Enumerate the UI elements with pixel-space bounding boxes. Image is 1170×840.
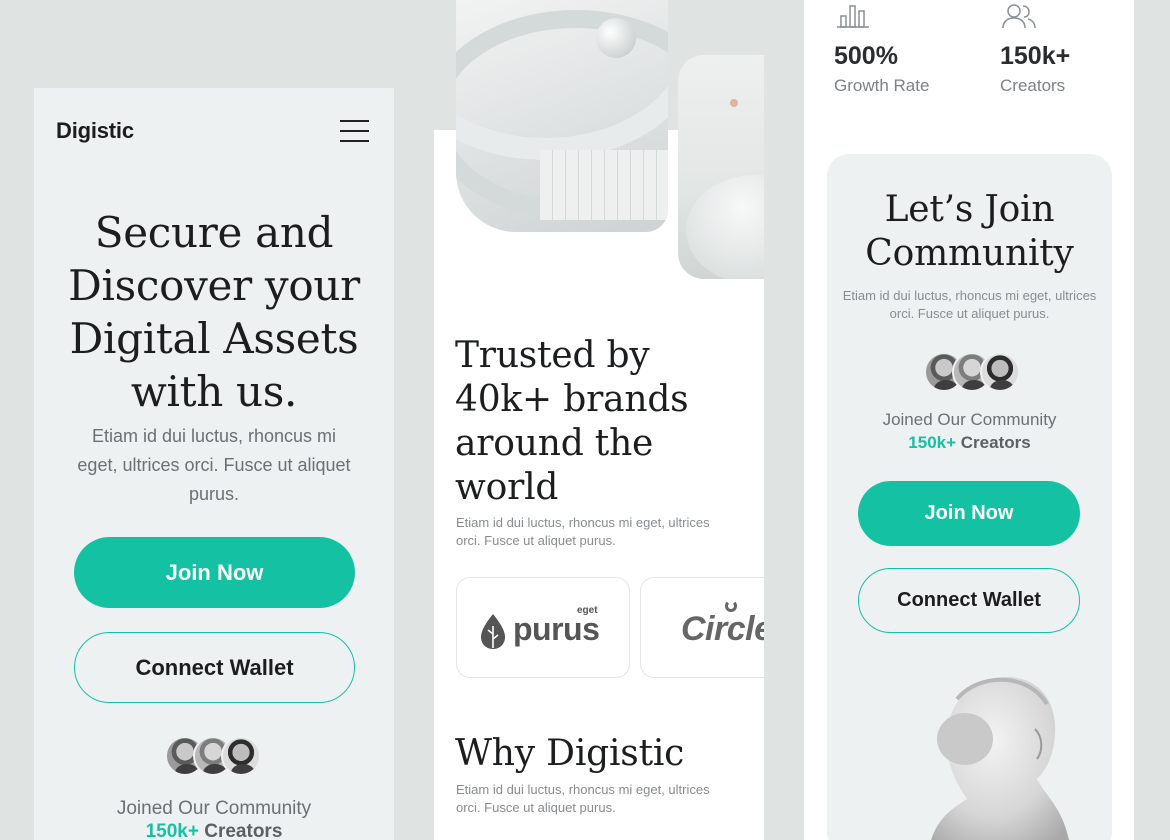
connect-wallet-button[interactable]: Connect Wallet <box>74 632 355 703</box>
community-avatars <box>165 736 261 776</box>
hero-title-line: with us. <box>130 367 298 416</box>
trusted-title-line: Trusted by <box>455 335 650 376</box>
stat-value: 500% <box>834 42 898 70</box>
creators-count-label: Creators <box>956 433 1031 452</box>
users-icon <box>1002 4 1036 29</box>
avatar <box>221 736 261 776</box>
join-now-button[interactable]: Join Now <box>858 481 1080 546</box>
trusted-title-line: around the <box>455 423 654 464</box>
stat-value: 150k+ <box>1000 42 1071 70</box>
community-title-line: Let’s Join <box>884 189 1055 230</box>
avatar <box>980 352 1020 392</box>
statue-image <box>931 676 1069 840</box>
stat-label: Growth Rate <box>834 76 930 95</box>
connect-wallet-button[interactable]: Connect Wallet <box>858 568 1080 633</box>
creators-count-label: Creators <box>198 821 283 840</box>
community-description: Etiam id dui luctus, rhoncus mi eget, ul… <box>842 288 1097 321</box>
creators-count-value: 150k+ <box>145 821 199 840</box>
bar-chart-icon <box>837 5 869 28</box>
brand-logo-card-circle[interactable]: Circle <box>640 577 764 678</box>
mobile-screen-trusted: Trusted by 40k+ brands around the world … <box>434 0 764 840</box>
community-title: Let’s Join Community <box>827 188 1112 276</box>
trusted-title: Trusted by 40k+ brands around the world <box>455 334 755 510</box>
brand-logo-card-purus[interactable]: eget purus <box>456 577 630 678</box>
why-title: Why Digistic <box>455 733 685 774</box>
sculpture-image <box>678 55 764 279</box>
community-card: Let’s Join Community Etiam id dui luctus… <box>827 154 1112 840</box>
logo[interactable]: Digistic <box>56 118 134 144</box>
why-description: Etiam id dui luctus, rhoncus mi eget, ul… <box>456 782 710 815</box>
hero-title-line: Digital Assets <box>69 314 359 363</box>
hero-description: Etiam id dui luctus, rhoncus mi eget, ul… <box>77 426 351 504</box>
brand-logo-name: purus <box>513 611 600 647</box>
hamburger-menu-icon[interactable] <box>340 120 369 142</box>
leaf-icon <box>481 614 505 649</box>
trusted-title-line: 40k+ brands <box>455 379 689 420</box>
brand-logo-name: Circle <box>681 610 764 648</box>
creators-count: 150k+ Creators <box>34 821 394 840</box>
creators-count-value: 150k+ <box>908 433 957 452</box>
mobile-screen-hero: Digistic Secure and Discover your Digita… <box>34 88 394 840</box>
joined-community-text: Joined Our Community <box>116 798 312 819</box>
hero-title: Secure and Discover your Digital Assets … <box>34 206 394 418</box>
trusted-title-line: world <box>455 467 559 508</box>
stat-label: Creators <box>1000 76 1066 95</box>
community-title-line: Community <box>865 233 1074 274</box>
mobile-screen-community: 500% Growth Rate 150k+ Creators Let’s Jo… <box>804 0 1134 840</box>
trusted-description: Etiam id dui luctus, rhoncus mi eget, ul… <box>456 515 710 548</box>
creators-count: 150k+ Creators <box>827 433 1112 453</box>
community-avatars <box>924 352 1020 392</box>
hero-title-line: Secure and <box>94 208 334 257</box>
hero-title-line: Discover your <box>68 261 360 310</box>
joined-community-text: Joined Our Community <box>882 410 1057 429</box>
join-now-button[interactable]: Join Now <box>74 537 355 608</box>
architecture-image <box>456 0 668 232</box>
